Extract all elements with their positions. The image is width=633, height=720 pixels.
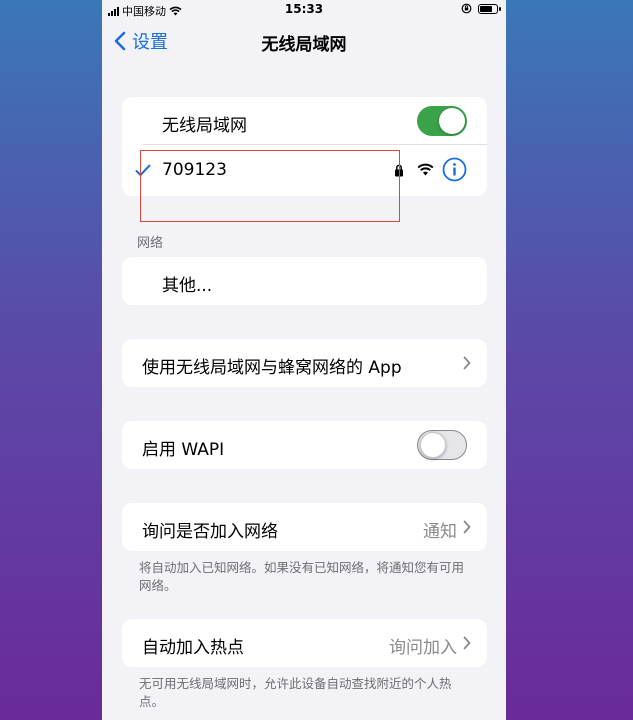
other-network-label: 其他... — [162, 276, 213, 296]
chevron-right-icon — [463, 520, 471, 534]
phone-screen: 中国移动 15:33 设置 无线局域网 无线局域网 709123 网络 其他..… — [102, 0, 506, 720]
page-title: 无线局域网 — [261, 35, 347, 55]
networks-section-header: 网络 — [137, 236, 164, 251]
navigation-bar: 设置 无线局域网 — [102, 20, 506, 64]
status-time: 15:33 — [284, 2, 324, 16]
app-usage-row[interactable]: 使用无线局域网与蜂窝网络的 App — [122, 339, 487, 387]
auto-join-hotspot-group: 自动加入热点 询问加入 — [122, 619, 487, 667]
ask-join-label: 询问是否加入网络 — [142, 522, 278, 542]
wapi-toggle[interactable] — [417, 430, 467, 460]
ask-join-group: 询问是否加入网络 通知 — [122, 503, 487, 551]
app-usage-label: 使用无线局域网与蜂窝网络的 App — [142, 358, 402, 378]
chevron-right-icon — [463, 636, 471, 650]
other-network-group: 其他... — [122, 257, 487, 305]
ask-join-row[interactable]: 询问是否加入网络 通知 — [122, 503, 487, 551]
auto-join-hotspot-row[interactable]: 自动加入热点 询问加入 — [122, 619, 487, 667]
ask-join-footnote: 将自动加入已知网络。如果没有已知网络，将通知您有可用网络。 — [139, 560, 465, 593]
ask-join-value: 通知 — [423, 522, 457, 542]
wifi-signal-icon — [417, 163, 434, 176]
battery-icon — [478, 3, 501, 14]
wifi-toggle-label: 无线局域网 — [162, 116, 247, 136]
chevron-right-icon — [463, 356, 471, 370]
highlight-annotation-box — [140, 150, 400, 222]
auto-join-hotspot-footnote: 无可用无线局域网时，允许此设备自动查找附近的个人热点。 — [139, 676, 452, 709]
wifi-toggle[interactable] — [417, 106, 467, 136]
auto-join-hotspot-label: 自动加入热点 — [142, 638, 244, 658]
wapi-label: 启用 WAPI — [142, 440, 225, 460]
orientation-lock-icon — [461, 3, 472, 14]
app-usage-group: 使用无线局域网与蜂窝网络的 App — [122, 339, 487, 387]
wapi-group: 启用 WAPI — [122, 421, 487, 469]
info-icon[interactable] — [442, 157, 467, 182]
wapi-row: 启用 WAPI — [122, 421, 487, 469]
other-network-row[interactable]: 其他... — [122, 257, 487, 305]
status-bar: 中国移动 15:33 — [102, 0, 506, 20]
auto-join-hotspot-value: 询问加入 — [389, 638, 457, 658]
wifi-toggle-row: 无线局域网 — [122, 97, 487, 145]
